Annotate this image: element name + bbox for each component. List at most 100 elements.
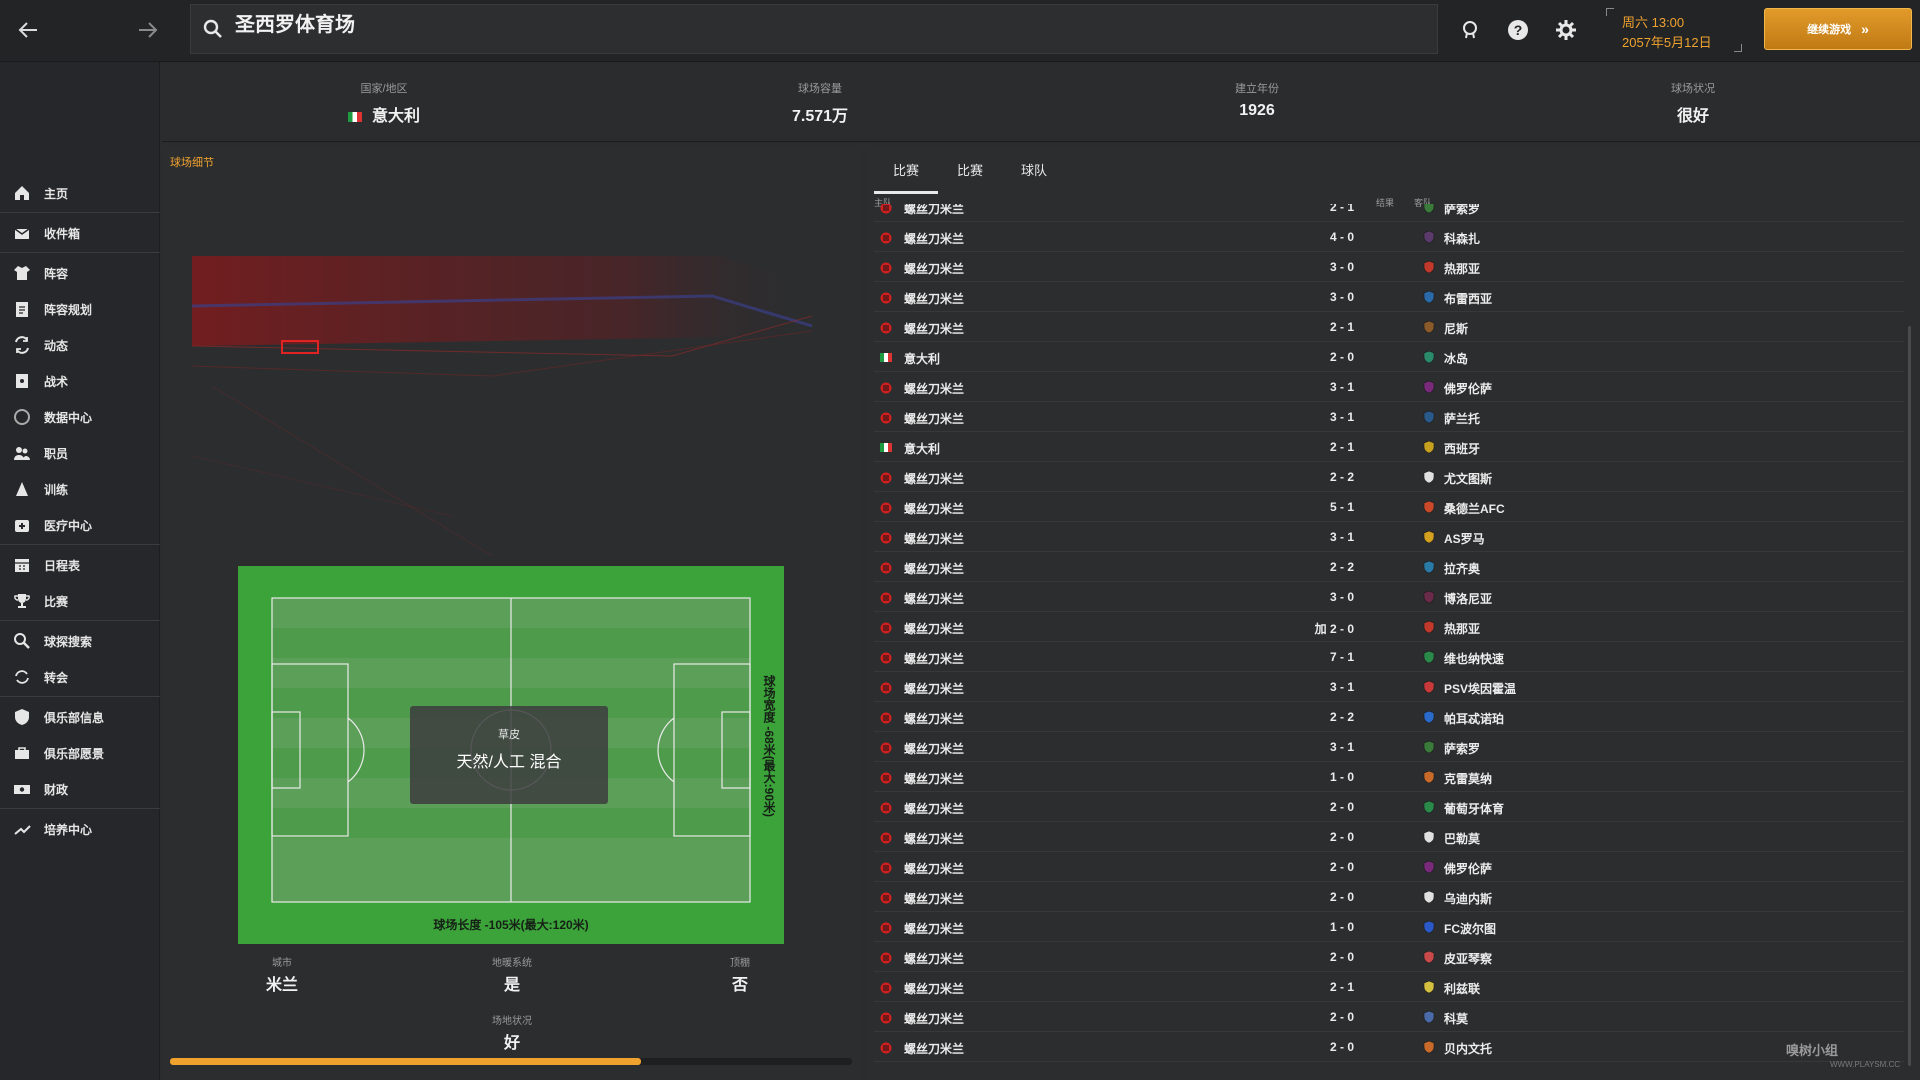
match-row[interactable]: 螺丝刀米兰 2 - 1 萨索罗 xyxy=(874,204,1904,222)
match-row[interactable]: 螺丝刀米兰 3 - 0 博洛尼亚 xyxy=(874,582,1904,612)
match-result[interactable]: 2 - 0 xyxy=(1244,830,1354,844)
match-row[interactable]: 螺丝刀米兰 2 - 0 乌迪内斯 xyxy=(874,882,1904,912)
match-result[interactable]: 1 - 0 xyxy=(1244,770,1354,784)
away-team-name[interactable]: FC波尔图 xyxy=(1444,920,1496,937)
match-row[interactable]: 螺丝刀米兰 2 - 0 葡萄牙体育 xyxy=(874,792,1904,822)
home-team-name[interactable]: 螺丝刀米兰 xyxy=(904,980,964,997)
away-team-name[interactable]: 萨索罗 xyxy=(1444,204,1480,217)
search-input[interactable]: 圣西罗体育场 xyxy=(190,4,1438,54)
sidebar-item-competitions[interactable]: 比赛 xyxy=(0,584,160,618)
sidebar-item-medical[interactable]: 医疗中心 xyxy=(0,508,160,542)
stadium-3d-view[interactable] xyxy=(192,256,812,576)
match-row[interactable]: 螺丝刀米兰 2 - 2 帕耳忒诺珀 xyxy=(874,702,1904,732)
away-team-name[interactable]: 帕耳忒诺珀 xyxy=(1444,710,1504,727)
sidebar-item-club-vision[interactable]: 俱乐部愿景 xyxy=(0,736,160,770)
match-row[interactable]: 螺丝刀米兰 3 - 0 热那亚 xyxy=(874,252,1904,282)
away-team-name[interactable]: 巴勒莫 xyxy=(1444,830,1480,847)
match-row[interactable]: 螺丝刀米兰 7 - 1 维也纳快速 xyxy=(874,642,1904,672)
home-team-name[interactable]: 螺丝刀米兰 xyxy=(904,470,964,487)
match-row[interactable]: 螺丝刀米兰 2 - 0 科莫 xyxy=(874,1002,1904,1032)
match-row[interactable]: 螺丝刀米兰 2 - 0 贝内文托 xyxy=(874,1032,1904,1062)
home-team-name[interactable]: 螺丝刀米兰 xyxy=(904,230,964,247)
away-team-name[interactable]: 布雷西亚 xyxy=(1444,290,1492,307)
match-row[interactable]: 螺丝刀米兰 3 - 1 PSV埃因霍温 xyxy=(874,672,1904,702)
match-row[interactable]: 意大利 2 - 1 西班牙 xyxy=(874,432,1904,462)
sidebar-item-tactics[interactable]: 战术 xyxy=(0,364,160,398)
away-team-name[interactable]: 热那亚 xyxy=(1444,620,1480,637)
match-row[interactable]: 螺丝刀米兰 2 - 1 尼斯 xyxy=(874,312,1904,342)
match-row[interactable]: 螺丝刀米兰 2 - 0 皮亚琴察 xyxy=(874,942,1904,972)
match-result[interactable]: 3 - 1 xyxy=(1244,680,1354,694)
match-result[interactable]: 2 - 0 xyxy=(1244,1010,1354,1024)
home-team-name[interactable]: 螺丝刀米兰 xyxy=(904,560,964,577)
tab-teams[interactable]: 球队 xyxy=(1002,158,1066,194)
sidebar-item-development-centre[interactable]: 培养中心 xyxy=(0,812,160,846)
match-result[interactable]: 3 - 1 xyxy=(1244,380,1354,394)
away-team-name[interactable]: 西班牙 xyxy=(1444,440,1480,457)
away-team-name[interactable]: 利兹联 xyxy=(1444,980,1480,997)
manager-icon[interactable] xyxy=(1456,16,1484,44)
match-row[interactable]: 螺丝刀米兰 3 - 0 布雷西亚 xyxy=(874,282,1904,312)
home-team-name[interactable]: 螺丝刀米兰 xyxy=(904,1010,964,1027)
sidebar-item-squad-planner[interactable]: 阵容规划 xyxy=(0,292,160,326)
sidebar-item-finances[interactable]: 财政 xyxy=(0,772,160,806)
home-team-name[interactable]: 螺丝刀米兰 xyxy=(904,860,964,877)
match-row[interactable]: 螺丝刀米兰 3 - 1 AS罗马 xyxy=(874,522,1904,552)
home-team-name[interactable]: 螺丝刀米兰 xyxy=(904,530,964,547)
match-result[interactable]: 3 - 0 xyxy=(1244,290,1354,304)
help-icon[interactable]: ? xyxy=(1504,16,1532,44)
match-row[interactable]: 螺丝刀米兰 2 - 1 利兹联 xyxy=(874,972,1904,1002)
match-result[interactable]: 加 2 - 0 xyxy=(1244,620,1354,637)
tab-matches[interactable]: 比赛 xyxy=(874,158,938,194)
home-team-name[interactable]: 螺丝刀米兰 xyxy=(904,260,964,277)
home-team-name[interactable]: 螺丝刀米兰 xyxy=(904,320,964,337)
match-result[interactable]: 1 - 0 xyxy=(1244,920,1354,934)
home-team-name[interactable]: 螺丝刀米兰 xyxy=(904,950,964,967)
home-team-name[interactable]: 螺丝刀米兰 xyxy=(904,920,964,937)
sidebar-item-transfers[interactable]: 转会 xyxy=(0,660,160,694)
sidebar-item-home[interactable]: 主页 xyxy=(0,176,160,210)
match-result[interactable]: 2 - 2 xyxy=(1244,470,1354,484)
match-row[interactable]: 螺丝刀米兰 2 - 0 巴勒莫 xyxy=(874,822,1904,852)
home-team-name[interactable]: 螺丝刀米兰 xyxy=(904,500,964,517)
match-result[interactable]: 4 - 0 xyxy=(1244,230,1354,244)
away-team-name[interactable]: 克雷莫纳 xyxy=(1444,770,1492,787)
match-result[interactable]: 2 - 0 xyxy=(1244,800,1354,814)
match-result[interactable]: 2 - 0 xyxy=(1244,860,1354,874)
sidebar-item-squad[interactable]: 阵容 xyxy=(0,256,160,290)
home-team-name[interactable]: 螺丝刀米兰 xyxy=(904,830,964,847)
away-team-name[interactable]: 皮亚琴察 xyxy=(1444,950,1492,967)
match-result[interactable]: 2 - 0 xyxy=(1244,950,1354,964)
match-result[interactable]: 2 - 1 xyxy=(1244,440,1354,454)
home-team-name[interactable]: 螺丝刀米兰 xyxy=(904,770,964,787)
tab-matches-2[interactable]: 比赛 xyxy=(938,158,1002,194)
home-team-name[interactable]: 螺丝刀米兰 xyxy=(904,290,964,307)
away-team-name[interactable]: 桑德兰AFC xyxy=(1444,500,1505,517)
match-result[interactable]: 2 - 1 xyxy=(1244,980,1354,994)
away-team-name[interactable]: 热那亚 xyxy=(1444,260,1480,277)
home-team-name[interactable]: 螺丝刀米兰 xyxy=(904,620,964,637)
sidebar-item-schedule[interactable]: 日程表 xyxy=(0,548,160,582)
match-result[interactable]: 2 - 0 xyxy=(1244,1040,1354,1054)
home-team-name[interactable]: 螺丝刀米兰 xyxy=(904,410,964,427)
match-result[interactable]: 2 - 2 xyxy=(1244,560,1354,574)
match-row[interactable]: 螺丝刀米兰 3 - 1 佛罗伦萨 xyxy=(874,372,1904,402)
match-row[interactable]: 螺丝刀米兰 加 2 - 0 热那亚 xyxy=(874,612,1904,642)
sidebar-item-data-hub[interactable]: 数据中心 xyxy=(0,400,160,434)
match-row[interactable]: 螺丝刀米兰 1 - 0 克雷莫纳 xyxy=(874,762,1904,792)
home-team-name[interactable]: 螺丝刀米兰 xyxy=(904,680,964,697)
match-result[interactable]: 3 - 1 xyxy=(1244,740,1354,754)
scrollbar[interactable] xyxy=(1908,326,1911,1066)
away-team-name[interactable]: 佛罗伦萨 xyxy=(1444,860,1492,877)
match-row[interactable]: 意大利 2 - 0 冰岛 xyxy=(874,342,1904,372)
away-team-name[interactable]: AS罗马 xyxy=(1444,530,1485,547)
match-row[interactable]: 螺丝刀米兰 1 - 0 FC波尔图 xyxy=(874,912,1904,942)
match-result[interactable]: 7 - 1 xyxy=(1244,650,1354,664)
sidebar-item-staff[interactable]: 职员 xyxy=(0,436,160,470)
away-team-name[interactable]: 萨索罗 xyxy=(1444,740,1480,757)
away-team-name[interactable]: 科莫 xyxy=(1444,1010,1468,1027)
match-row[interactable]: 螺丝刀米兰 2 - 0 佛罗伦萨 xyxy=(874,852,1904,882)
match-result[interactable]: 2 - 1 xyxy=(1244,320,1354,334)
match-result[interactable]: 3 - 1 xyxy=(1244,530,1354,544)
match-row[interactable]: 螺丝刀米兰 4 - 0 科森扎 xyxy=(874,222,1904,252)
